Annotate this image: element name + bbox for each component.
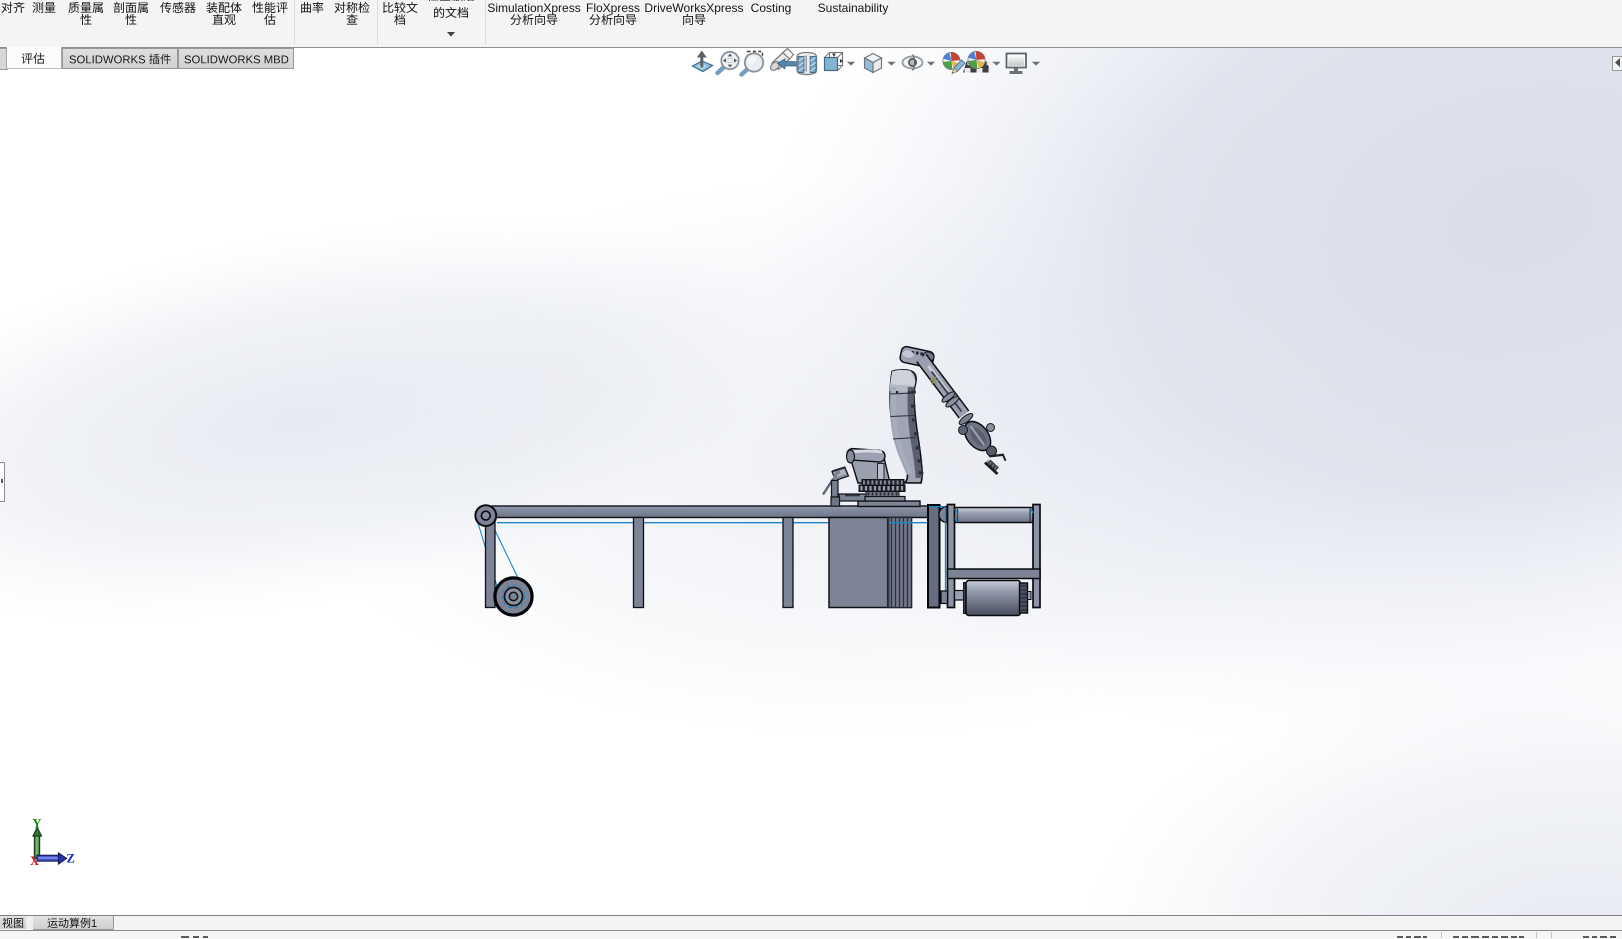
svg-text:Z: Z — [67, 852, 75, 866]
svg-text:Y: Y — [33, 817, 42, 831]
